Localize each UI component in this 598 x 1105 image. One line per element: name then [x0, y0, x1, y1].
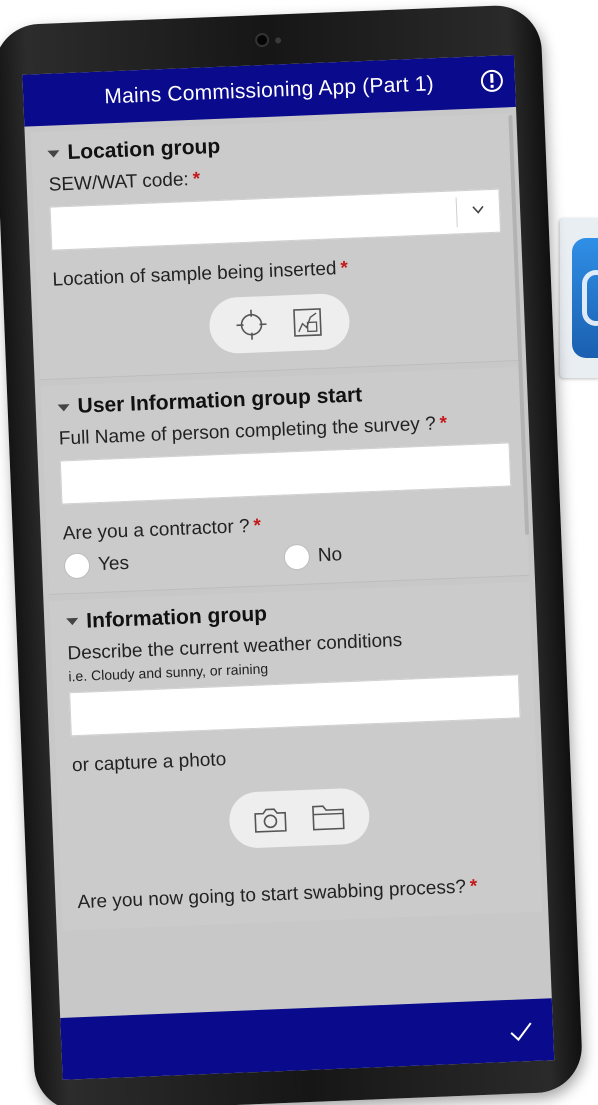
crosshair-icon[interactable]	[234, 307, 269, 342]
required-marker: *	[469, 876, 478, 898]
chevron-down-icon[interactable]	[471, 202, 486, 217]
collapse-caret-icon	[66, 618, 79, 626]
camera-icon[interactable]	[252, 804, 289, 835]
warning-icon[interactable]	[478, 67, 505, 94]
user-info-group-title: User Information group start	[77, 383, 363, 419]
folder-icon[interactable]	[310, 801, 347, 832]
tablet-frame: Mains Commissioning App (Part 1) Locatio…	[0, 3, 584, 1105]
collapse-caret-icon	[47, 149, 60, 158]
location-capture-pill	[208, 293, 351, 355]
information-group: Information group Describe the current w…	[49, 581, 543, 931]
tablet-device-wrap: Mains Commissioning App (Part 1) Locatio…	[0, 0, 598, 1105]
information-group-title: Information group	[85, 602, 268, 633]
location-group: Location group SEW/WAT code: * Location o…	[30, 113, 521, 381]
swabbing-label: Are you now going to start swabbing proc…	[77, 876, 478, 914]
app-screen: Mains Commissioning App (Part 1) Locatio…	[22, 54, 555, 1080]
required-marker: *	[439, 413, 448, 435]
radio-button[interactable]	[63, 552, 91, 580]
map-icon[interactable]	[290, 305, 325, 340]
checkmark-icon[interactable]	[507, 1017, 536, 1046]
required-marker: *	[253, 515, 262, 537]
required-marker: *	[192, 168, 201, 190]
photo-capture-pill	[228, 787, 371, 850]
submit-bar	[60, 998, 555, 1080]
camera-sensor	[275, 37, 282, 44]
location-group-title: Location group	[66, 134, 221, 164]
radio-button[interactable]	[283, 543, 311, 571]
contractor-yes-option[interactable]: Yes	[63, 544, 285, 580]
collapse-caret-icon	[57, 403, 70, 412]
required-marker: *	[340, 257, 349, 279]
front-camera	[254, 32, 270, 48]
app-title: Mains Commissioning App (Part 1)	[103, 72, 435, 109]
contractor-no-option[interactable]: No	[283, 536, 504, 571]
user-info-group: User Information group start Full Name o…	[40, 367, 529, 595]
